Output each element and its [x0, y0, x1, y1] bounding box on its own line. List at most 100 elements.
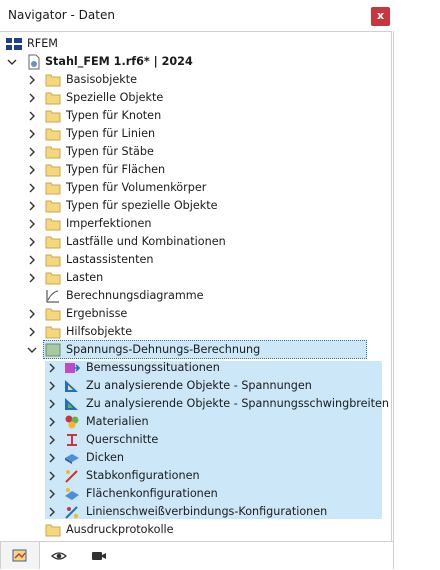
line-weld-config-icon — [65, 506, 78, 519]
chevron-right-icon[interactable] — [47, 380, 57, 392]
tree-item-label: Hilfsobjekte — [66, 325, 133, 338]
tree-item-label: Stabkonfigurationen — [86, 469, 200, 482]
chevron-right-icon[interactable] — [27, 326, 37, 338]
window-title: Navigator - Daten — [8, 8, 115, 22]
chevron-right-icon[interactable] — [27, 146, 37, 158]
folder-icon — [45, 524, 61, 537]
tab-camera[interactable] — [80, 542, 118, 569]
chevron-right-icon[interactable] — [27, 254, 37, 266]
addon-tree-item[interactable]: Querschnitte — [0, 431, 391, 449]
tree-file[interactable]: Stahl_FEM 1.rf6* | 2024 — [0, 53, 391, 71]
chevron-right-icon[interactable] — [47, 452, 57, 464]
close-button[interactable]: x — [371, 7, 390, 26]
tree-item[interactable]: Typen für Stäbe — [0, 143, 391, 161]
tree-file-label: Stahl_FEM 1.rf6* | 2024 — [45, 55, 193, 68]
tree-item[interactable]: Typen für Volumenkörper — [0, 179, 391, 197]
tree-root-rfem[interactable]: RFEM — [0, 35, 391, 53]
folder-icon — [45, 182, 61, 195]
folder-icon — [45, 308, 61, 321]
tree-item[interactable]: Imperfektionen — [0, 215, 391, 233]
tree-item-label: Lasten — [66, 271, 104, 284]
chevron-right-icon[interactable] — [47, 398, 57, 410]
tree-item-label: Typen für Linien — [66, 127, 156, 140]
addon-tree-item[interactable]: Bemessungssituationen — [0, 359, 391, 377]
tree-item[interactable]: Hilfsobjekte — [0, 323, 391, 341]
tree-item-ausdruckprotokolle[interactable]: Ausdruckprotokolle — [0, 521, 391, 539]
folder-icon — [45, 272, 61, 285]
chevron-right-icon[interactable] — [47, 434, 57, 446]
folder-icon — [45, 254, 61, 267]
chevron-right-icon[interactable] — [47, 470, 57, 482]
addon-tree-item[interactable]: Linienschweißverbindungs-Konfigurationen — [0, 503, 391, 521]
addon-tree-item[interactable]: Zu analysierende Objekte - Spannungen — [0, 377, 391, 395]
folder-icon — [45, 128, 61, 141]
addon-tree-item[interactable]: Zu analysierende Objekte - Spannungsschw… — [0, 395, 391, 413]
folder-icon — [45, 236, 61, 249]
chevron-right-icon[interactable] — [27, 110, 37, 122]
chevron-down-icon[interactable] — [7, 56, 17, 68]
tree-item[interactable]: Spezielle Objekte — [0, 89, 391, 107]
tree-item-label: Zu analysierende Objekte - Spannungen — [86, 379, 312, 392]
folder-icon — [45, 200, 61, 213]
addon-tree-item[interactable]: Stabkonfigurationen — [0, 467, 391, 485]
model-file-icon — [28, 54, 40, 70]
chevron-right-icon[interactable] — [27, 74, 37, 86]
chevron-right-icon[interactable] — [27, 200, 37, 212]
chevron-right-icon[interactable] — [47, 488, 57, 500]
tree-item[interactable]: Lasten — [0, 269, 391, 287]
tree-item[interactable]: Typen für Flächen — [0, 161, 391, 179]
tree-item-label: Berechnungsdiagramme — [66, 289, 204, 302]
chevron-right-icon[interactable] — [27, 182, 37, 194]
tree-item[interactable]: Typen für Linien — [0, 125, 391, 143]
chevron-right-icon[interactable] — [27, 92, 37, 104]
tree-item[interactable]: Typen für Knoten — [0, 107, 391, 125]
chevron-right-icon[interactable] — [47, 416, 57, 428]
eye-icon — [51, 552, 67, 560]
tab-view[interactable] — [40, 542, 78, 569]
panel-border — [393, 31, 394, 569]
chevron-right-icon[interactable] — [27, 272, 37, 284]
tree-item-label: Typen für Knoten — [66, 109, 162, 122]
tree-item[interactable]: Lastfälle und Kombinationen — [0, 233, 391, 251]
folder-icon — [45, 218, 61, 231]
folder-icon — [45, 92, 61, 105]
chevron-right-icon[interactable] — [27, 128, 37, 140]
tree-item-label: Materialien — [86, 415, 149, 428]
chevron-right-icon[interactable] — [47, 506, 57, 518]
chevron-right-icon[interactable] — [27, 236, 37, 248]
tree-item-addon[interactable]: Spannungs-Dehnungs-Berechnung — [0, 341, 391, 359]
chevron-right-icon[interactable] — [27, 308, 37, 320]
tree-item-label: Typen für Flächen — [66, 163, 166, 176]
tree-item[interactable]: Basisobjekte — [0, 71, 391, 89]
chevron-right-icon[interactable] — [47, 362, 57, 374]
tree-item[interactable]: Ergebnisse — [0, 305, 391, 323]
tree-item-label: Bemessungssituationen — [86, 361, 220, 374]
tab-data[interactable] — [0, 542, 40, 569]
tree-item-label: Spezielle Objekte — [66, 91, 164, 104]
tree-item-label: Typen für spezielle Objekte — [66, 199, 218, 212]
chevron-right-icon[interactable] — [27, 218, 37, 230]
tree-item-label: Lastfälle und Kombinationen — [66, 235, 226, 248]
tree-item[interactable]: Typen für spezielle Objekte — [0, 197, 391, 215]
cross-section-icon — [67, 434, 77, 446]
addon-tree-item[interactable]: Materialien — [0, 413, 391, 431]
addon-module-icon — [45, 343, 61, 357]
navigator-tree: RFEM Stahl_FEM 1.rf6* | 2024 Basisobjekt… — [0, 31, 392, 542]
materials-icon — [65, 415, 79, 429]
tree-item-label: Zu analysierende Objekte - Spannungsschw… — [86, 397, 390, 410]
addon-tree-item[interactable]: Dicken — [0, 449, 391, 467]
navigator-panel: Navigator - Daten x RFEM Stahl_FEM 1.rf6… — [0, 0, 393, 570]
tree-item-label: Typen für Stäbe — [66, 145, 154, 158]
chevron-down-icon[interactable] — [27, 344, 37, 356]
addon-tree-item[interactable]: Flächenkonfigurationen — [0, 485, 391, 503]
tree-item-label: Dicken — [86, 451, 124, 464]
tree-item[interactable]: Lastassistenten — [0, 251, 391, 269]
data-tab-icon — [12, 549, 27, 562]
objects-stress-icon — [65, 380, 78, 392]
navigator-tabs — [0, 541, 393, 570]
chevron-right-icon[interactable] — [27, 164, 37, 176]
objects-stress-range-icon — [65, 398, 78, 410]
folder-icon — [45, 146, 61, 159]
tree-item[interactable]: Berechnungsdiagramme — [0, 287, 391, 305]
camera-icon — [92, 552, 106, 560]
